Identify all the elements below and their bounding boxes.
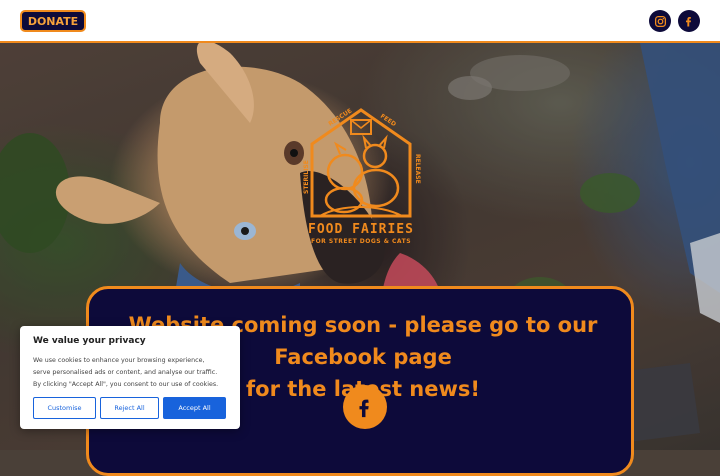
food-fairies-logo: RESCUE FEED STERILISE RELEASE FOOD FAIRI… [300,104,422,254]
instagram-link[interactable] [649,10,671,32]
logo-arc-release: RELEASE [414,154,421,184]
customise-button[interactable]: Customise [33,397,96,419]
cookie-title: We value your privacy [33,336,146,346]
site-header: DONATE [0,0,720,43]
instagram-icon [654,15,666,27]
donate-button[interactable]: DONATE [20,10,86,32]
facebook-icon [686,17,691,27]
cookie-buttons: Customise Reject All Accept All [33,397,226,419]
cookie-consent-banner: We value your privacy We use cookies to … [20,326,240,429]
accept-all-button[interactable]: Accept All [163,397,226,419]
facebook-page-button[interactable] [343,385,387,429]
cookie-description: We use cookies to enhance your browsing … [33,357,219,388]
logo-title: FOOD FAIRIES [308,222,414,237]
logo-subtitle: FOR STREET DOGS & CATS [310,238,412,245]
facebook-link[interactable] [678,10,700,32]
reject-all-button[interactable]: Reject All [100,397,159,419]
facebook-icon [359,399,369,418]
logo-arc-sterilise: STERILISE [303,160,310,194]
logo-emblem-icon: RESCUE FEED STERILISE RELEASE [303,107,421,218]
